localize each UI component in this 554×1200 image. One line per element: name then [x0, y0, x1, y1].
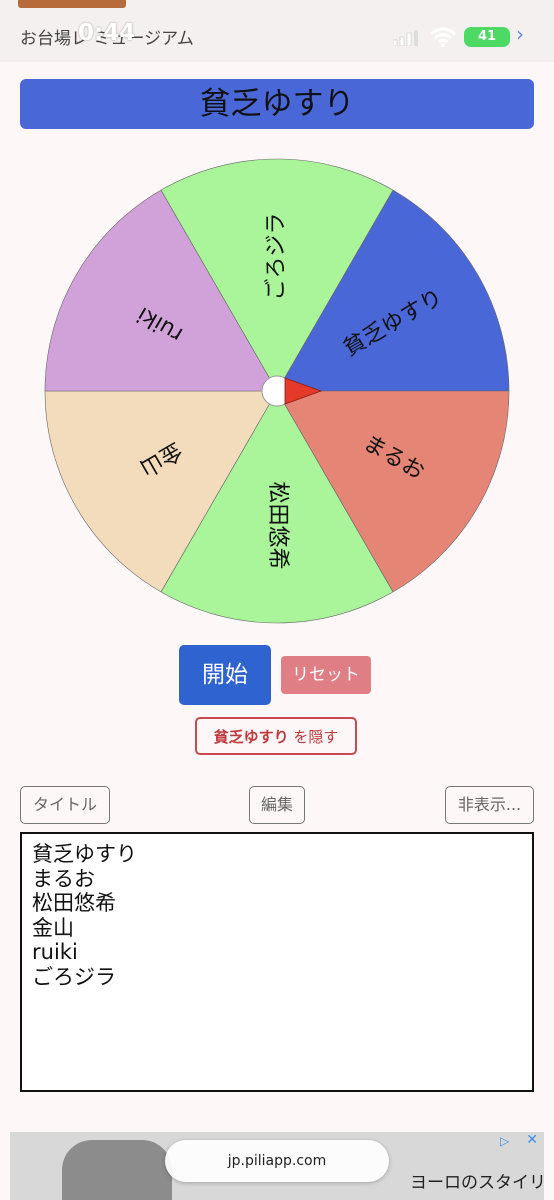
list-item: ruiki — [32, 940, 78, 964]
hide-suffix: を隠す — [293, 728, 339, 746]
close-icon[interactable]: ✕ — [526, 1132, 538, 1148]
url-bar[interactable]: jp.piliapp.com — [165, 1140, 389, 1182]
wheel-segment-label: 松田悠希 — [265, 482, 290, 570]
list-item: 貧乏ゆすり — [32, 842, 137, 866]
hidden-items-button[interactable]: 非表示... — [445, 786, 534, 824]
ad-image — [62, 1140, 172, 1200]
title-button[interactable]: タイトル — [20, 786, 110, 824]
reset-button[interactable]: リセット — [281, 656, 371, 694]
list-item: 金山 — [32, 915, 74, 940]
wheel-segment-label: ごろジラ — [264, 212, 289, 300]
list-item: ごろジラ — [32, 964, 116, 989]
roulette-wheel[interactable]: 貧乏ゆすりまるお松田悠希金山ruikiごろジラ — [0, 0, 554, 640]
ad-choices-icon[interactable]: ▷ — [500, 1134, 516, 1150]
list-item: 松田悠希 — [32, 891, 116, 915]
hide-target-name: 貧乏ゆすり — [213, 728, 289, 746]
start-button[interactable]: 開始 — [179, 645, 271, 705]
edit-button[interactable]: 編集 — [249, 786, 305, 824]
list-item: まるお — [32, 866, 95, 891]
entries-textarea[interactable]: 貧乏ゆすり まるお 松田悠希 金山 ruiki ごろジラ — [20, 832, 534, 1092]
hide-selected-button[interactable]: 貧乏ゆすり を隠す — [195, 717, 357, 755]
ad-text: ヨーロのスタイリストが選ぶ — [410, 1173, 544, 1193]
